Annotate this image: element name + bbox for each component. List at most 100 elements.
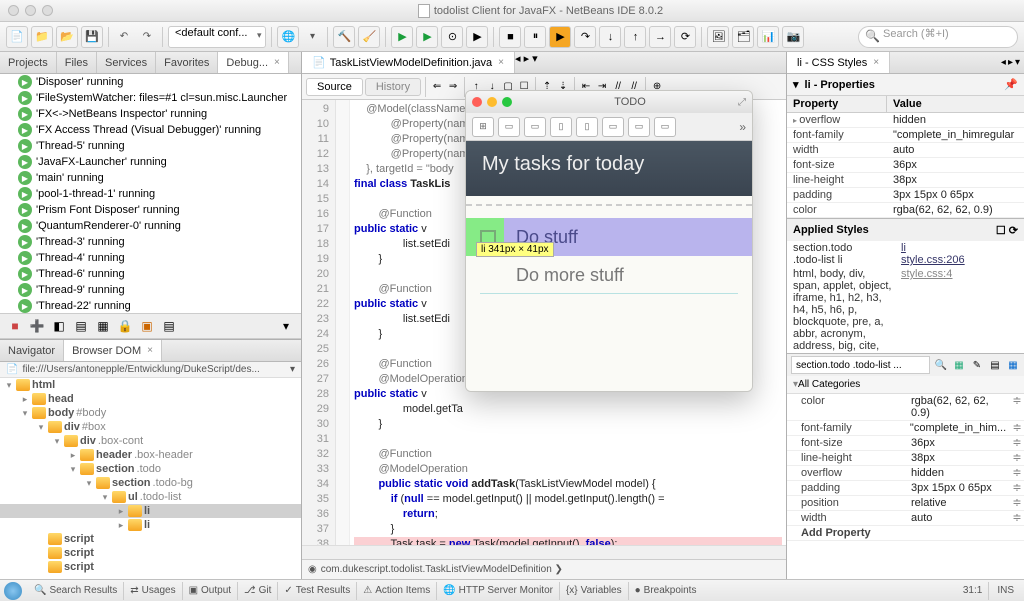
build-button[interactable]: 🔨 <box>333 26 355 48</box>
save-all-button[interactable]: 💾 <box>81 26 103 48</box>
rule-row[interactable]: positionrelative≑ <box>787 496 1024 511</box>
window-close-icon[interactable] <box>8 5 19 16</box>
thread-row[interactable]: 'Thread-5' running <box>0 138 301 154</box>
property-row[interactable]: font-family"complete_in_himregular <box>787 128 1024 143</box>
property-row[interactable]: padding3px 15px 0 65px <box>787 188 1024 203</box>
grid-icon[interactable]: ⊞ <box>472 117 494 137</box>
expand-icon[interactable]: ⤢ <box>738 97 746 108</box>
thread-row[interactable]: 'Disposer' running <box>0 74 301 90</box>
thread-row[interactable]: 'Thread-9' running <box>0 282 301 298</box>
tab-debugging[interactable]: Debug...× <box>218 52 288 73</box>
dom-node[interactable]: ▸ header.box-header <box>0 448 301 462</box>
search-input[interactable]: Search (⌘+I) <box>858 26 1018 48</box>
snapshot-button[interactable]: 🗂 <box>732 26 754 48</box>
run-button[interactable]: ▶ <box>391 26 413 48</box>
layout2-icon[interactable]: ▭ <box>524 117 546 137</box>
thread-row[interactable]: 'QuantumRenderer-0' running <box>0 218 301 234</box>
close-icon[interactable]: × <box>498 57 504 68</box>
statusbar-item[interactable]: ●Breakpoints <box>629 582 703 600</box>
undo-button[interactable]: ↶ <box>114 26 134 48</box>
thread-row[interactable]: 'FX<->NetBeans Inspector' running <box>0 106 301 122</box>
statusbar-item[interactable]: 🔍Search Results <box>28 582 124 600</box>
window-zoom-icon[interactable] <box>42 5 53 16</box>
todo-item[interactable]: Do more stuff <box>466 256 752 294</box>
back-icon[interactable]: ⇐ <box>430 80 444 94</box>
thread-row[interactable]: 'Thread-3' running <box>0 234 301 250</box>
property-row[interactable]: colorrgba(62, 62, 62, 0.9) <box>787 203 1024 218</box>
prev-icon[interactable]: ◂ <box>1001 57 1006 68</box>
layout7-icon[interactable]: ▭ <box>654 117 676 137</box>
tab-services[interactable]: Services <box>97 52 156 73</box>
close-icon[interactable]: × <box>274 57 280 68</box>
dom-node[interactable]: script <box>0 560 301 574</box>
add-property-row[interactable]: Add Property <box>787 526 1024 541</box>
new-file-button[interactable]: 📄 <box>6 26 28 48</box>
new-project-button[interactable]: 📁 <box>31 26 53 48</box>
filter-icon[interactable]: ▦ <box>94 317 112 335</box>
pause-button[interactable]: ⏸ <box>524 26 546 48</box>
applied-style-row[interactable]: html, body, div,span, applet, object,ifr… <box>787 267 1024 353</box>
rule-category[interactable]: All Categories <box>787 376 1024 394</box>
attach-button[interactable]: ▶ <box>466 26 488 48</box>
layout3-icon[interactable]: ▯ <box>550 117 572 137</box>
next-tab-icon[interactable]: ▸ <box>524 53 530 65</box>
dom-node[interactable]: ▾ div.box-cont <box>0 434 301 448</box>
property-row[interactable]: font-size36px <box>787 158 1024 173</box>
step-out-button[interactable]: ↑ <box>624 26 646 48</box>
step-into-button[interactable]: ↓ <box>599 26 621 48</box>
statusbar-item[interactable]: ⚠Action Items <box>357 582 437 600</box>
edit-rule-icon[interactable]: ✎ <box>970 358 984 372</box>
dom-node[interactable]: ▾ html <box>0 378 301 392</box>
dom-node[interactable]: ▾ section.todo <box>0 462 301 476</box>
layout5-icon[interactable]: ▭ <box>602 117 624 137</box>
options-icon[interactable]: ▾ <box>277 317 295 335</box>
dom-node[interactable]: ▸ li <box>0 518 301 532</box>
new-watch-icon[interactable]: ➕ <box>28 317 46 335</box>
search-icon[interactable]: 🔍 <box>934 358 948 372</box>
debug-button[interactable]: ▶ <box>416 26 438 48</box>
property-row[interactable]: line-height38px <box>787 173 1024 188</box>
redo-button[interactable]: ↷ <box>137 26 157 48</box>
window-zoom-icon[interactable] <box>502 97 512 107</box>
window-close-icon[interactable] <box>472 97 482 107</box>
dom-node[interactable]: ▾ section.todo-bg <box>0 476 301 490</box>
thread-icon[interactable]: ▣ <box>138 317 156 335</box>
dom-node[interactable]: script <box>0 546 301 560</box>
step-over-button[interactable]: ↷ <box>574 26 596 48</box>
close-icon[interactable]: × <box>147 345 153 356</box>
css-styles-tab[interactable]: li - CSS Styles× <box>787 52 890 73</box>
apply-changes-button[interactable]: ⟳ <box>674 26 696 48</box>
applied-styles-list[interactable]: section.todo.todo-list lilistyle.css:206… <box>787 241 1024 353</box>
state-icon[interactable]: ☐ <box>996 225 1006 237</box>
statusbar-item[interactable]: ⇄Usages <box>124 582 182 600</box>
rule-row[interactable]: widthauto≑ <box>787 511 1024 526</box>
rule-row[interactable]: padding3px 15px 0 65px≑ <box>787 481 1024 496</box>
dom-node[interactable]: ▾ body#body <box>0 406 301 420</box>
editor-tab[interactable]: 📄 TaskListViewModelDefinition.java × <box>302 52 515 73</box>
statusbar-item[interactable]: ▣Output <box>183 582 238 600</box>
snapshot2-button[interactable]: 📊 <box>757 26 779 48</box>
layout6-icon[interactable]: ▭ <box>628 117 650 137</box>
tab-list-icon[interactable]: ▾ <box>532 53 538 65</box>
dom-node[interactable]: ▸ li <box>0 504 301 518</box>
css-file-icon[interactable]: ▦ <box>1006 358 1020 372</box>
thread-row[interactable]: 'FX Access Thread (Visual Debugger)' run… <box>0 122 301 138</box>
thread-row[interactable]: 'Thread-4' running <box>0 250 301 266</box>
pin-icon[interactable]: 📌 <box>1004 78 1018 91</box>
rule-row[interactable]: font-size36px≑ <box>787 436 1024 451</box>
thread-row[interactable]: 'FileSystemWatcher: files=#1 cl=sun.misc… <box>0 90 301 106</box>
property-row[interactable]: overflowhidden <box>787 113 1024 128</box>
applied-style-row[interactable]: section.todo.todo-list lilistyle.css:206 <box>787 241 1024 267</box>
take-screenshot-button[interactable]: 🖼 <box>707 26 729 48</box>
rule-row[interactable]: colorrgba(62, 62, 62, 0.9)≑ <box>787 394 1024 421</box>
list-icon[interactable]: ▾ <box>1015 57 1020 68</box>
close-icon[interactable]: × <box>873 57 879 68</box>
view-icon[interactable]: ▤ <box>160 317 178 335</box>
continue-button[interactable]: ▶ <box>549 26 571 48</box>
profile-button[interactable]: ⊙ <box>441 26 463 48</box>
add-rule-icon[interactable]: ▦ <box>952 358 966 372</box>
dom-node[interactable]: script <box>0 532 301 546</box>
clean-build-button[interactable]: 🧹 <box>358 26 380 48</box>
property-row[interactable]: widthauto <box>787 143 1024 158</box>
horizontal-scrollbar[interactable] <box>302 545 786 559</box>
